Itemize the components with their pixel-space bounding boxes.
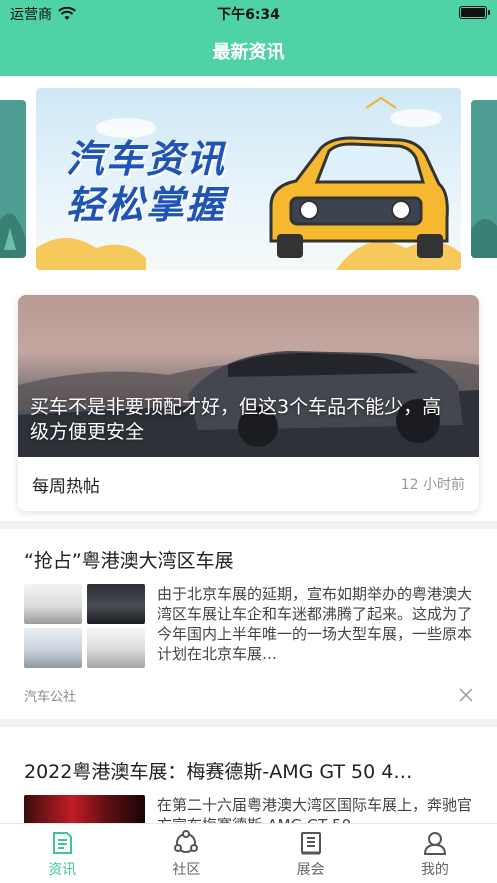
thumbnail-image [87, 628, 145, 668]
tab-community[interactable]: 社区 [124, 824, 248, 883]
featured-post-title: 买车不是非要顶配才好，但这3个车品不能少，高级方便更安全 [30, 396, 442, 443]
banner-line-1: 汽车资讯 [66, 137, 227, 181]
banner-line-2: 轻松掌握 [66, 183, 227, 227]
banner-headline: 汽车资讯 轻松掌握 [66, 136, 226, 228]
close-icon[interactable] [459, 688, 473, 702]
battery-icon [459, 6, 490, 19]
exhibition-icon [300, 832, 321, 855]
tab-bar: 资讯 社区 展会 我的 [0, 823, 497, 883]
news-icon [53, 832, 73, 854]
tab-profile[interactable]: 我的 [373, 824, 497, 883]
tab-label: 展会 [296, 862, 325, 878]
featured-post-tag: 每周热帖 [32, 476, 100, 497]
article-title: 2022粤港澳车展：梅赛德斯-AMG GT 50 4… [24, 761, 413, 783]
banner-next-slide[interactable] [471, 100, 497, 258]
profile-icon [423, 832, 446, 855]
thumbnail-image [87, 584, 145, 624]
article-summary: 在第二十六届粤港澳大湾区国际车展上，奔驰官方宣布梅赛德斯-AMG GT 50 [157, 796, 473, 823]
thumbnail-image [24, 795, 145, 823]
article-summary: 由于北京车展的延期，宣布如期举办的粤港澳大湾区车展让车企和车迷都沸腾了起来。这成… [157, 585, 473, 663]
status-bar: 运营商 下午6:34 [0, 0, 497, 26]
featured-post-footer: 每周热帖 12 小时前 [18, 457, 479, 511]
community-icon [174, 830, 199, 853]
article-item[interactable]: 2022粤港澳车展：梅赛德斯-AMG GT 50 4… 在第二十六届粤港澳大湾区… [0, 727, 497, 823]
tab-label: 资讯 [48, 862, 77, 878]
page-title: 最新资讯 [212, 42, 285, 63]
thumbnail-image [24, 584, 82, 624]
tab-label: 社区 [172, 862, 201, 878]
featured-post-card[interactable]: 买车不是非要顶配才好，但这3个车品不能少，高级方便更安全 每周热帖 12 小时前 [18, 295, 479, 511]
section-divider [0, 719, 497, 727]
featured-post-time: 12 小时前 [400, 477, 465, 493]
banner-prev-slide[interactable] [0, 100, 26, 258]
car-illustration [269, 136, 449, 258]
tab-news[interactable]: 资讯 [0, 824, 124, 883]
tab-label: 我的 [420, 862, 449, 878]
article-thumbnails [24, 584, 145, 668]
banner-carousel[interactable]: 汽车资讯 轻松掌握 [0, 88, 497, 270]
featured-post-image: 买车不是非要顶配才好，但这3个车品不能少，高级方便更安全 [18, 295, 479, 457]
article-source: 汽车公社 [24, 690, 77, 705]
article-item[interactable]: “抢占”粤港澳大湾区车展 由于北京车展的延期，宣布如期举办的粤港澳大湾区车展让车… [0, 529, 497, 719]
article-title: “抢占”粤港澳大湾区车展 [24, 550, 234, 572]
thumbnail-image [24, 628, 82, 668]
tab-exhibition[interactable]: 展会 [249, 824, 373, 883]
section-divider [0, 521, 497, 529]
nav-bar: 最新资讯 [0, 26, 497, 76]
status-time: 下午6:34 [217, 7, 280, 23]
banner-slide[interactable]: 汽车资讯 轻松掌握 [36, 88, 461, 270]
